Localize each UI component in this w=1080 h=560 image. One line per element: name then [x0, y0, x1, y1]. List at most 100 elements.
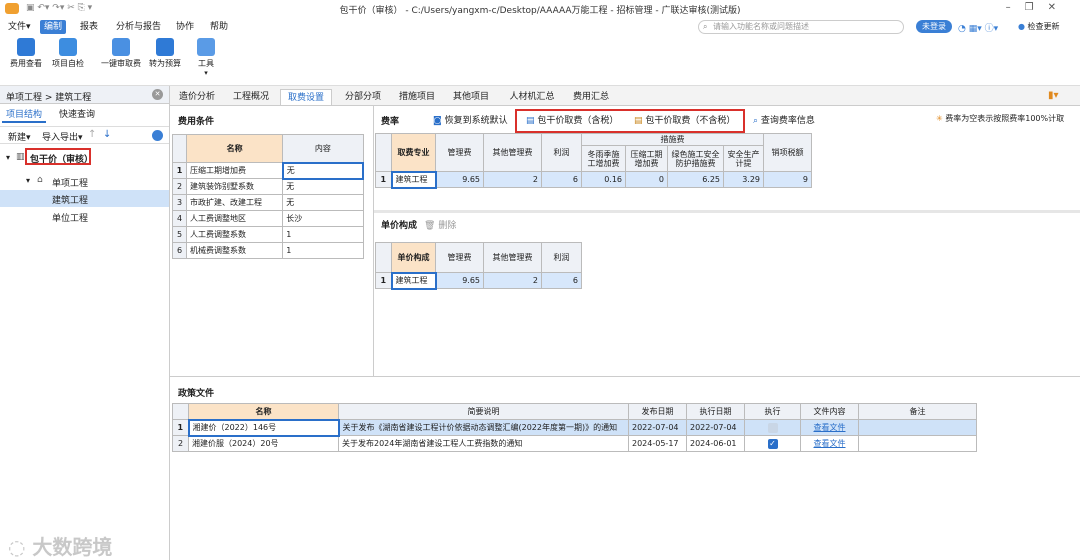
col-content-header: 内容: [282, 134, 364, 163]
fee-view-button[interactable]: 费用查看: [6, 38, 46, 69]
query-rate-button[interactable]: ⌕ 查询费率信息: [753, 113, 815, 126]
table-row[interactable]: 5 人工费调整系数 1: [171, 226, 364, 243]
table-row[interactable]: 4 人工费调整地区 长沙: [171, 210, 364, 227]
left-toolbar: 新建▾ 导入导出▾ ↑ ↓: [0, 126, 169, 144]
menu-report[interactable]: 报表: [76, 20, 102, 34]
highlight-box-fee-buttons: [515, 109, 745, 133]
self-check-button[interactable]: 项目自检: [48, 38, 88, 69]
menu-help[interactable]: 帮助: [206, 20, 232, 34]
table-row[interactable]: 1 建筑工程 9.65 2 6 0.16 0 6.25 3.29 9: [375, 170, 812, 189]
tab-fee-settings[interactable]: 取费设置: [280, 89, 332, 105]
to-budget-button[interactable]: 转为预算: [145, 38, 185, 69]
col-publish-header: 发布日期: [628, 403, 687, 420]
corner-cell: [375, 133, 392, 172]
splitter[interactable]: [374, 210, 1080, 213]
delete-button[interactable]: 🗑 删除: [424, 218, 456, 231]
building-icon: ▥: [16, 152, 25, 162]
table-row[interactable]: 2 建筑装饰别墅系数无: [171, 178, 364, 195]
expand-icon[interactable]: ▾: [26, 176, 30, 185]
exec-checkbox[interactable]: ✓: [767, 438, 778, 449]
fee-conditions-title: 费用条件: [178, 117, 215, 127]
table-row[interactable]: 1 建筑工程 9.65 2 6: [375, 271, 582, 290]
to-budget-icon: [156, 38, 174, 56]
toolbar-icons[interactable]: ◔ ▦▾ ⓘ▾: [958, 21, 998, 34]
rate-table: 取费专业 管理费 其他管理费 利润 措施费 销项税额 冬雨季施工增加费 压缩工期…: [375, 133, 812, 189]
tools-icon: [197, 38, 215, 56]
col-profit-header: 利润: [541, 133, 582, 172]
breadcrumb: 单项工程 > 建筑工程: [6, 93, 92, 103]
table-row[interactable]: 6 机械费调整系数 1: [171, 242, 364, 259]
view-file-link[interactable]: 查看文件: [814, 423, 846, 432]
exec-checkbox[interactable]: [767, 422, 778, 433]
col-name-header: 名称: [186, 134, 284, 163]
col-safety-header: 安全生产计提: [723, 145, 764, 172]
update-button[interactable]: ● 检查更新: [1018, 21, 1060, 32]
login-button[interactable]: 未登录: [916, 20, 952, 33]
search-icon: ⌕: [703, 22, 708, 31]
one-key-fee-button[interactable]: 一键审取费: [98, 38, 144, 69]
view-file-link[interactable]: 查看文件: [814, 439, 846, 448]
divider: [170, 376, 1080, 377]
tab-measures[interactable]: 措施项目: [394, 89, 440, 105]
restore-default-button[interactable]: ◙ 恢复到系统默认: [433, 113, 508, 126]
close-icon[interactable]: ✕: [152, 89, 163, 100]
import-export-button[interactable]: 导入导出▾: [42, 130, 83, 143]
col-sales-tax-header: 销项税额: [763, 133, 812, 172]
col-exec-date-header: 执行日期: [686, 403, 745, 420]
search-icon: ⌕: [753, 116, 759, 126]
search-input[interactable]: 请输入功能名称或问题描述: [698, 20, 904, 34]
table-row[interactable]: 1 湘建价（2022）146号 关于发布《湖南省建设工程计价依据动态调整汇编(2…: [172, 418, 977, 437]
window-title: 包干价（审核） - C:/Users/yangxm-c/Desktop/AAAA…: [339, 6, 741, 16]
col-other-mgmt-header: 其他管理费: [483, 133, 542, 172]
settings-icon[interactable]: [152, 130, 163, 141]
menu-analysis[interactable]: 分析与报告: [112, 20, 165, 34]
corner-cell: [171, 134, 188, 163]
tab-quick-search[interactable]: 快速查询: [52, 107, 102, 123]
col-mgmt-header: 管理费: [435, 242, 484, 273]
tab-cost-analysis[interactable]: 造价分析: [174, 89, 220, 105]
fee-conditions-panel: 费用条件 名称 内容 1 压缩工期增加费无 2 建筑装饰别墅系数无 3 市政扩建、改建…: [170, 106, 374, 376]
col-compress-header: 压缩工期增加费: [625, 145, 668, 172]
tree-single-project[interactable]: 单项工程: [52, 176, 88, 189]
fee-view-icon: [17, 38, 35, 56]
menu-file[interactable]: 文件▾: [4, 20, 35, 34]
left-header: 单项工程 > 建筑工程 ✕: [0, 86, 169, 104]
tab-labor-material[interactable]: 人材机汇总: [504, 89, 560, 105]
left-pane: 单项工程 > 建筑工程 ✕ 项目结构 快速查询 新建▾ 导入导出▾ ↑ ↓ ▾ …: [0, 86, 170, 560]
home-icon: ⌂: [37, 175, 43, 185]
rate-title: 费率: [381, 117, 400, 127]
col-content-header: 文件内容: [800, 403, 859, 420]
menu-edit[interactable]: 编制: [40, 20, 67, 34]
col-other-mgmt-header: 其他管理费: [483, 242, 542, 273]
policy-table: 名称 简要说明 发布日期 执行日期 执行 文件内容 备注 1 湘建价（2022）…: [172, 403, 977, 452]
corner-cell: [375, 242, 392, 273]
menu-collab[interactable]: 协作: [172, 20, 198, 34]
table-row[interactable]: 3 市政扩建、改建工程无: [171, 194, 364, 211]
fee-conditions-table: 名称 内容 1 压缩工期增加费无 2 建筑装饰别墅系数无 3 市政扩建、改建工程无 4…: [171, 134, 365, 259]
watermark: ◌ 大数跨境: [8, 535, 113, 559]
expand-icon[interactable]: ▾: [6, 153, 10, 162]
col-major-header: 取费专业: [391, 133, 436, 172]
tab-structure[interactable]: 项目结构: [2, 107, 46, 123]
table-row[interactable]: 1 压缩工期增加费无: [171, 161, 365, 180]
tab-other-items[interactable]: 其他项目: [448, 89, 494, 105]
move-down-icon[interactable]: ↓: [103, 129, 111, 140]
tree-unit-project[interactable]: 单位工程: [52, 211, 88, 224]
tab-fee-summary[interactable]: 费用汇总: [568, 89, 614, 105]
move-up-icon[interactable]: ↑: [88, 129, 96, 140]
title-bar: ▣ ↶▾ ↷▾ ✂ ⎘ ▾ 包干价（审核） - C:/Users/yangxm-…: [0, 0, 1080, 18]
table-row[interactable]: 2 湘建价服（2024）20号 关于发布2024年湖南省建设工程人工费指数的通知…: [172, 435, 977, 452]
unit-price-table: 单价构成 管理费 其他管理费 利润 1 建筑工程 9.65 2 6: [375, 242, 582, 290]
tools-button[interactable]: 工具 ▾: [188, 38, 224, 77]
col-remark-header: 备注: [858, 403, 977, 420]
corner-cell: [172, 403, 189, 420]
tree-building-project[interactable]: 建筑工程: [52, 193, 88, 206]
col-exec-header: 执行: [744, 403, 801, 420]
new-button[interactable]: 新建▾: [8, 130, 31, 143]
tab-project-overview[interactable]: 工程概况: [228, 89, 274, 105]
tab-divisions[interactable]: 分部分项: [340, 89, 386, 105]
window-controls[interactable]: –❐✕: [1006, 2, 1070, 13]
col-measures-header: 措施费: [581, 133, 764, 146]
column-settings-icon[interactable]: ▮▾: [1048, 90, 1059, 101]
self-check-icon: [59, 38, 77, 56]
